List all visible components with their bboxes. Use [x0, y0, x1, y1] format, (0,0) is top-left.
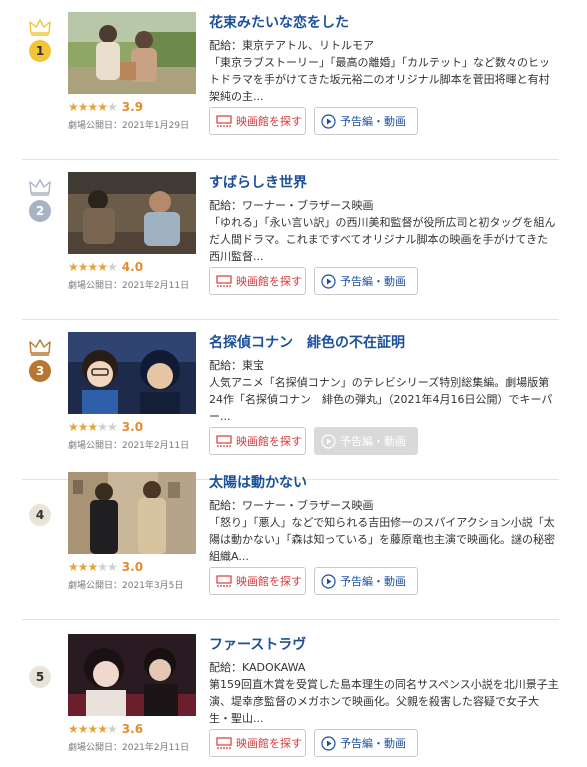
movie-description: 「怒り」「悪人」などで知られる吉田修一のスパイアクション小説「太陽は動かない」「… — [209, 516, 555, 563]
rating-score: 3.9 — [121, 100, 144, 114]
theater-screen-icon — [216, 737, 232, 749]
rating: ★★★★★ 3.6 — [68, 722, 143, 736]
ranking-item: 1 ★★★★★ 3.9 劇場公開日：2021年1月29日 花束みたいな恋をした — [22, 0, 559, 160]
find-theater-label: 映画館を探す — [236, 115, 302, 128]
ranking-item: 4 ★★★★★ 3.0 劇場公開日：2021年3月5日 太陽は動かない 配給：ワ — [22, 460, 559, 620]
trailer-video-label: 予告編・動画 — [340, 435, 406, 448]
find-theater-label: 映画館を探す — [236, 275, 302, 288]
movie-ranking-list: 1 ★★★★★ 3.9 劇場公開日：2021年1月29日 花束みたいな恋をした — [0, 0, 587, 767]
ranking-item: 3 ★★★★★ 3.0 劇場公開日：2021年2月11日 名探偵コナン 緋色の不… — [22, 320, 559, 480]
rating: ★★★★★ 4.0 — [68, 260, 143, 274]
movie-poster-thumbnail[interactable] — [68, 172, 196, 254]
poster-image — [68, 332, 196, 414]
distributor: 配給：ワーナー・ブラザース映画 — [209, 499, 374, 512]
movie-poster-thumbnail[interactable] — [68, 332, 196, 414]
distributor: 配給：東京テアトル、リトルモア — [209, 39, 374, 52]
release-date: 劇場公開日：2021年2月11日 — [68, 281, 190, 291]
trailer-video-button-disabled: 予告編・動画 — [314, 427, 418, 455]
poster-image — [68, 12, 196, 94]
silver-crown-icon — [29, 179, 51, 196]
rank-number: 1 — [29, 40, 51, 62]
movie-title-link[interactable]: 花束みたいな恋をした — [209, 12, 349, 32]
find-theater-button[interactable]: 映画館を探す — [209, 427, 306, 455]
ranking-item: 2 ★★★★★ 4.0 劇場公開日：2021年2月11日 すばらしき世界 配給：… — [22, 160, 559, 320]
action-buttons: 映画館を探す 予告編・動画 — [209, 107, 418, 135]
distributor: 配給：東宝 — [209, 359, 264, 372]
trailer-video-button[interactable]: 予告編・動画 — [314, 567, 418, 595]
play-circle-icon — [321, 433, 336, 449]
rank-marker: 5 — [27, 640, 53, 700]
theater-screen-icon — [216, 115, 232, 127]
action-buttons: 映画館を探す 予告編・動画 — [209, 267, 418, 295]
find-theater-label: 映画館を探す — [236, 435, 302, 448]
movie-title-link[interactable]: すばらしき世界 — [209, 172, 307, 192]
rating: ★★★★★ 3.0 — [68, 560, 143, 574]
rating-stars: ★★★★★ — [68, 260, 118, 274]
rank-marker: 1 — [27, 18, 53, 78]
movie-description: 「ゆれる」「永い言い訳」の西川美和監督が役所広司と初タッグを組んだ人間ドラマ。こ… — [209, 216, 556, 263]
rank-number: 3 — [29, 360, 51, 382]
rating-stars: ★★★★★ — [68, 420, 118, 434]
rank-marker: 3 — [27, 338, 53, 398]
movie-description: 第159回直木賞を受賞した島本理生の同名サスペンス小説を北川景子主演、堤幸彦監督… — [209, 678, 559, 725]
find-theater-button[interactable]: 映画館を探す — [209, 567, 306, 595]
find-theater-button[interactable]: 映画館を探す — [209, 107, 306, 135]
theater-screen-icon — [216, 435, 232, 447]
movie-description: 人気アニメ「名探偵コナン」のテレビシリーズ特別総集編。劇場版第24作「名探偵コナ… — [209, 376, 553, 423]
trailer-video-button[interactable]: 予告編・動画 — [314, 729, 418, 757]
trailer-video-button[interactable]: 予告編・動画 — [314, 267, 418, 295]
theater-screen-icon — [216, 275, 232, 287]
movie-title-link[interactable]: 名探偵コナン 緋色の不在証明 — [209, 332, 405, 352]
release-date: 劇場公開日：2021年3月5日 — [68, 581, 184, 591]
trailer-video-label: 予告編・動画 — [340, 737, 406, 750]
rating-stars: ★★★★★ — [68, 722, 118, 736]
distributor: 配給：ワーナー・ブラザース映画 — [209, 199, 374, 212]
rating-score: 3.6 — [121, 722, 144, 736]
movie-poster-thumbnail[interactable] — [68, 12, 196, 94]
play-circle-icon — [321, 735, 336, 751]
play-circle-icon — [321, 273, 336, 289]
poster-image — [68, 172, 196, 254]
movie-poster-thumbnail[interactable] — [68, 634, 196, 716]
movie-poster-thumbnail[interactable] — [68, 472, 196, 554]
theater-screen-icon — [216, 575, 232, 587]
rating: ★★★★★ 3.0 — [68, 420, 143, 434]
rating-score: 3.0 — [121, 560, 144, 574]
release-date: 劇場公開日：2021年2月11日 — [68, 743, 190, 753]
play-circle-icon — [321, 113, 336, 129]
movie-description: 「東京ラブストーリー」「最高の離婚」「カルテット」など数々のヒットドラマを手がけ… — [209, 56, 550, 103]
bronze-crown-icon — [29, 339, 51, 356]
action-buttons: 映画館を探す 予告編・動画 — [209, 729, 418, 757]
find-theater-label: 映画館を探す — [236, 575, 302, 588]
rank-number: 2 — [29, 200, 51, 222]
rating-score: 3.0 — [121, 420, 144, 434]
trailer-video-label: 予告編・動画 — [340, 115, 406, 128]
rank-number: 4 — [29, 504, 51, 526]
find-theater-label: 映画館を探す — [236, 737, 302, 750]
poster-image — [68, 472, 196, 554]
trailer-video-label: 予告編・動画 — [340, 275, 406, 288]
rating: ★★★★★ 3.9 — [68, 100, 143, 114]
movie-title-link[interactable]: 太陽は動かない — [209, 472, 307, 492]
rank-number: 5 — [29, 666, 51, 688]
release-date: 劇場公開日：2021年1月29日 — [68, 121, 190, 131]
rating-stars: ★★★★★ — [68, 100, 118, 114]
movie-title-link[interactable]: ファーストラヴ — [209, 634, 306, 654]
rating-score: 4.0 — [121, 260, 144, 274]
rank-marker: 2 — [27, 178, 53, 238]
find-theater-button[interactable]: 映画館を探す — [209, 267, 306, 295]
trailer-video-label: 予告編・動画 — [340, 575, 406, 588]
find-theater-button[interactable]: 映画館を探す — [209, 729, 306, 757]
poster-image — [68, 634, 196, 716]
release-date: 劇場公開日：2021年2月11日 — [68, 441, 190, 451]
action-buttons: 映画館を探す 予告編・動画 — [209, 427, 418, 455]
rank-marker: 4 — [27, 478, 53, 538]
distributor: 配給：KADOKAWA — [209, 661, 306, 674]
ranking-item: 5 ★★★★★ 3.6 劇場公開日：2021年2月11日 ファーストラヴ 配給：… — [22, 622, 559, 767]
action-buttons: 映画館を探す 予告編・動画 — [209, 567, 418, 595]
rating-stars: ★★★★★ — [68, 560, 118, 574]
play-circle-icon — [321, 573, 336, 589]
gold-crown-icon — [29, 19, 51, 36]
trailer-video-button[interactable]: 予告編・動画 — [314, 107, 418, 135]
